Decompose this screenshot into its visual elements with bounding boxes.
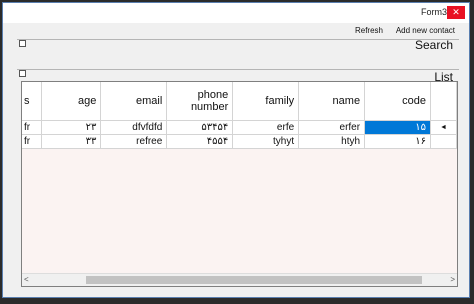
column-header-phone-number[interactable]: phone number: [166, 82, 234, 121]
cell-s[interactable]: fr: [22, 120, 43, 135]
contacts-grid[interactable]: s age email phone number family name cod…: [21, 81, 458, 287]
horizontal-scrollbar[interactable]: < >: [22, 273, 457, 286]
cell-name[interactable]: erfer: [298, 120, 366, 135]
cell-phone[interactable]: ۴۵۵۴: [166, 134, 234, 149]
search-panel-marker: [19, 40, 26, 47]
cell-age[interactable]: ۳۳: [41, 134, 102, 149]
close-icon[interactable]: ✕: [447, 6, 465, 19]
contacts-table: s age email phone number family name cod…: [22, 82, 457, 149]
column-header-name[interactable]: name: [298, 82, 366, 121]
cell-family[interactable]: tyhyt: [232, 134, 300, 149]
search-label: Search: [414, 38, 453, 52]
scroll-right-icon[interactable]: >: [450, 275, 455, 284]
cell-code-selected[interactable]: ۱۵: [364, 120, 431, 135]
cell-email[interactable]: refree: [100, 134, 168, 149]
column-header-code[interactable]: code: [364, 82, 431, 121]
current-row-indicator-icon: ◄: [440, 123, 447, 131]
row-header[interactable]: [430, 134, 457, 149]
scrollbar-thumb[interactable]: [86, 276, 422, 284]
header-row: s age email phone number family name cod…: [22, 82, 457, 121]
cell-family[interactable]: erfe: [232, 120, 300, 135]
row-header-corner: [430, 82, 457, 121]
cell-email[interactable]: dfvfdfd: [100, 120, 168, 135]
list-panel-border: [17, 69, 459, 70]
form3-window: Form3 ✕ Refresh Add new contact Search L…: [2, 2, 470, 298]
menu-bar: Refresh Add new contact: [3, 23, 469, 39]
refresh-menu-item[interactable]: Refresh: [355, 26, 383, 35]
title-bar[interactable]: Form3 ✕: [3, 3, 469, 23]
table-row[interactable]: fr ۲۳ dfvfdfd ۵۳۴۵۴ erfe erfer ۱۵ ◄: [22, 120, 457, 135]
search-panel-border: [17, 39, 459, 40]
column-header-age[interactable]: age: [41, 82, 102, 121]
row-header[interactable]: ◄: [430, 120, 457, 135]
cell-name[interactable]: htyh: [298, 134, 366, 149]
column-header-email[interactable]: email: [100, 82, 168, 121]
column-header-s[interactable]: s: [22, 82, 43, 121]
window-title: Form3: [420, 7, 447, 17]
column-header-family[interactable]: family: [232, 82, 300, 121]
list-panel-marker: [19, 70, 26, 77]
cell-code[interactable]: ۱۶: [364, 134, 431, 149]
cell-age[interactable]: ۲۳: [41, 120, 102, 135]
scroll-left-icon[interactable]: <: [24, 275, 29, 284]
cell-s[interactable]: fr: [22, 134, 43, 149]
add-new-contact-menu-item[interactable]: Add new contact: [396, 26, 455, 35]
cell-phone[interactable]: ۵۳۴۵۴: [166, 120, 234, 135]
table-row[interactable]: fr ۳۳ refree ۴۵۵۴ tyhyt htyh ۱۶: [22, 134, 457, 149]
